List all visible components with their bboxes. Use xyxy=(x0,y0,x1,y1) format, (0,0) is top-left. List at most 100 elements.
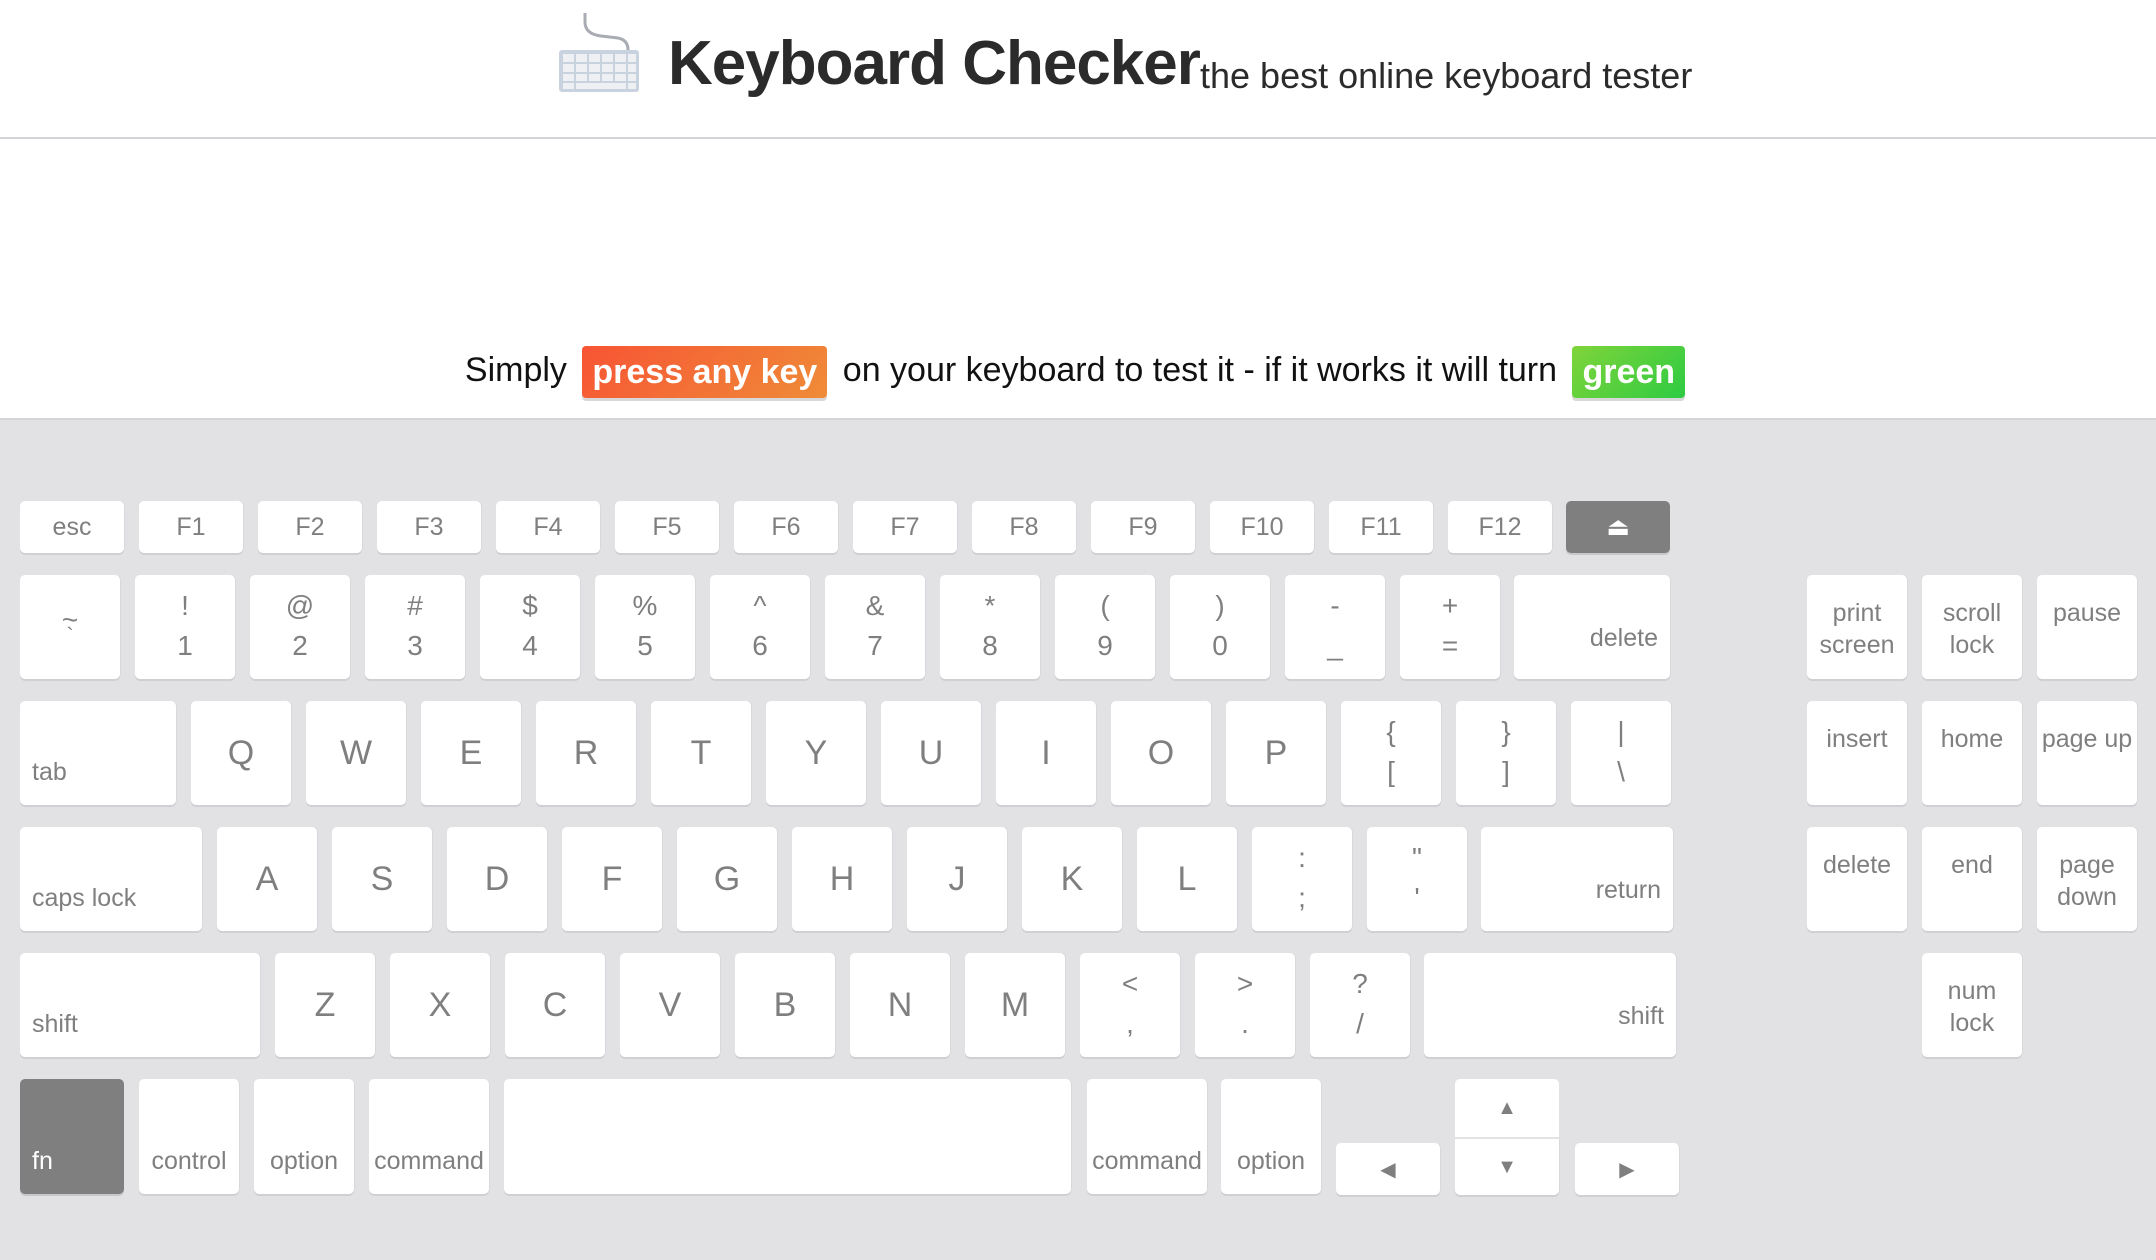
key-label: F5 xyxy=(652,513,682,541)
key-f8[interactable]: F8 xyxy=(972,501,1076,553)
key-label: F8 xyxy=(1009,513,1039,541)
key-c[interactable]: C xyxy=(505,953,605,1057)
key-label: E xyxy=(459,734,483,772)
key-_[interactable]: - _ xyxy=(1285,575,1385,679)
key-1[interactable]: ! 1 xyxy=(135,575,235,679)
key-0[interactable]: ) 0 xyxy=(1170,575,1270,679)
key-command-right[interactable]: command xyxy=(1087,1079,1207,1194)
key-r[interactable]: R xyxy=(536,701,636,805)
key-f3[interactable]: F3 xyxy=(377,501,481,553)
key-g[interactable]: G xyxy=(677,827,777,931)
key-bracket-right[interactable]: }] xyxy=(1456,701,1556,805)
key-num-lock[interactable]: num lock xyxy=(1922,953,2022,1057)
key-u[interactable]: U xyxy=(881,701,981,805)
key-8[interactable]: * 8 xyxy=(940,575,1040,679)
key-option-right[interactable]: option xyxy=(1221,1079,1321,1194)
key-s[interactable]: S xyxy=(332,827,432,931)
key-f2[interactable]: F2 xyxy=(258,501,362,553)
key-arrow-left[interactable]: ◀ xyxy=(1336,1143,1440,1195)
key-esc[interactable]: esc xyxy=(20,501,124,553)
key-scroll-lock[interactable]: scroll lock xyxy=(1922,575,2022,679)
key-home[interactable]: home xyxy=(1922,701,2022,805)
key-page-up[interactable]: page up xyxy=(2037,701,2137,805)
key-bracket-left[interactable]: {[ xyxy=(1341,701,1441,805)
key-i[interactable]: I xyxy=(996,701,1096,805)
key-2[interactable]: @2 xyxy=(250,575,350,679)
key-9[interactable]: (9 xyxy=(1055,575,1155,679)
key-return[interactable]: return xyxy=(1481,827,1673,931)
key-p[interactable]: P xyxy=(1226,701,1326,805)
key-end[interactable]: end xyxy=(1922,827,2022,931)
key-a[interactable]: A xyxy=(217,827,317,931)
key-f4[interactable]: F4 xyxy=(496,501,600,553)
key-insert[interactable]: insert xyxy=(1807,701,1907,805)
key-delete[interactable]: delete xyxy=(1807,827,1907,931)
key-semicolon[interactable]: :; xyxy=(1252,827,1352,931)
key-caps-lock[interactable]: caps lock xyxy=(20,827,202,931)
key-arrow-up[interactable]: ▲ xyxy=(1455,1079,1559,1137)
key-f7[interactable]: F7 xyxy=(853,501,957,553)
key-print-screen[interactable]: print screen xyxy=(1807,575,1907,679)
key-page-down[interactable]: page down xyxy=(2037,827,2137,931)
key-command-left[interactable]: command xyxy=(369,1079,489,1194)
key-base-label: / xyxy=(1356,1008,1364,1039)
key-pause[interactable]: pause xyxy=(2037,575,2137,679)
key-base-label: 8 xyxy=(982,630,998,661)
key-f5[interactable]: F5 xyxy=(615,501,719,553)
key-k[interactable]: K xyxy=(1022,827,1122,931)
key-tab[interactable]: tab xyxy=(20,701,176,805)
key-w[interactable]: W xyxy=(306,701,406,805)
key-option-left[interactable]: option xyxy=(254,1079,354,1194)
key-f[interactable]: F xyxy=(562,827,662,931)
key-shift-right[interactable]: shift xyxy=(1424,953,1676,1057)
key-f12[interactable]: F12 xyxy=(1448,501,1552,553)
key-arrow-down[interactable]: ▼ xyxy=(1455,1139,1559,1195)
key-control[interactable]: control xyxy=(139,1079,239,1194)
instruction-prefix: Simply xyxy=(464,351,567,389)
key-f10[interactable]: F10 xyxy=(1210,501,1314,553)
key-b[interactable]: B xyxy=(735,953,835,1057)
key-backspace[interactable]: delete xyxy=(1514,575,1670,679)
key-comma[interactable]: <, xyxy=(1080,953,1180,1057)
key-f11[interactable]: F11 xyxy=(1329,501,1433,553)
key-4[interactable]: $4 xyxy=(480,575,580,679)
key-y[interactable]: Y xyxy=(766,701,866,805)
key-t[interactable]: T xyxy=(651,701,751,805)
key-f6[interactable]: F6 xyxy=(734,501,838,553)
key-m[interactable]: M xyxy=(965,953,1065,1057)
key-shift-left[interactable]: shift xyxy=(20,953,260,1057)
key-eject[interactable]: ⏏ xyxy=(1566,501,1670,553)
key-6[interactable]: ^ 6 xyxy=(710,575,810,679)
key-period[interactable]: >. xyxy=(1195,953,1295,1057)
key-o[interactable]: O xyxy=(1111,701,1211,805)
key-label: O xyxy=(1147,734,1175,772)
key-l[interactable]: L xyxy=(1137,827,1237,931)
key-v[interactable]: V xyxy=(620,953,720,1057)
key-e[interactable]: E xyxy=(421,701,521,805)
key-n[interactable]: N xyxy=(850,953,950,1057)
key-x[interactable]: X xyxy=(390,953,490,1057)
key-backslash[interactable]: | \ xyxy=(1571,701,1671,805)
key-slash[interactable]: ? / xyxy=(1310,953,1410,1057)
key-shift-label: @ xyxy=(285,590,315,621)
key-space[interactable] xyxy=(504,1079,1071,1194)
key-fn[interactable]: fn xyxy=(20,1079,124,1194)
key-h[interactable]: H xyxy=(792,827,892,931)
key-d[interactable]: D xyxy=(447,827,547,931)
key-label: return xyxy=(1595,876,1661,904)
key-j[interactable]: J xyxy=(907,827,1007,931)
key-label: control xyxy=(151,1147,227,1175)
key-shift-label: + xyxy=(1441,590,1459,621)
key-f1[interactable]: F1 xyxy=(139,501,243,553)
key-z[interactable]: Z xyxy=(275,953,375,1057)
key-5[interactable]: % 5 xyxy=(595,575,695,679)
key-3[interactable]: #3 xyxy=(365,575,465,679)
key-7[interactable]: & 7 xyxy=(825,575,925,679)
key-quote[interactable]: " ' xyxy=(1367,827,1467,931)
key-q[interactable]: Q xyxy=(191,701,291,805)
key-=[interactable]: + = xyxy=(1400,575,1500,679)
key-arrow-right[interactable]: ▶ xyxy=(1575,1143,1679,1195)
key-backtick[interactable]: ~ ` xyxy=(20,575,120,679)
key-f9[interactable]: F9 xyxy=(1091,501,1195,553)
key-label: N xyxy=(887,986,913,1024)
